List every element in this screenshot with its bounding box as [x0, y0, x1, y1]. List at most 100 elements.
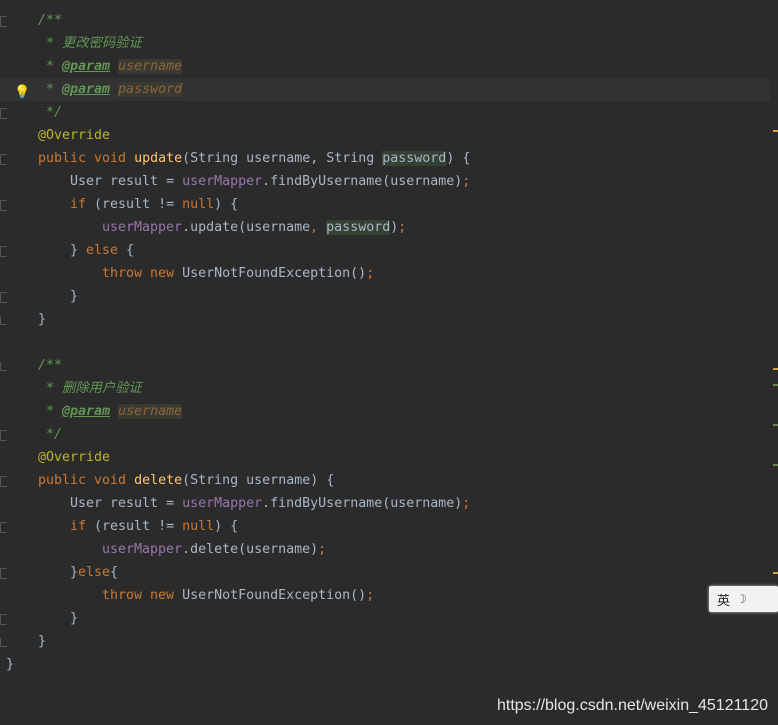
code-text: @Override: [38, 446, 110, 469]
code-token: ;: [398, 220, 407, 235]
code-token: User result =: [70, 496, 183, 511]
code-line[interactable]: if (result != null) {: [0, 193, 770, 216]
fold-marker-icon[interactable]: [0, 430, 7, 441]
code-token: .update(username: [182, 220, 311, 235]
code-text: * @param password: [38, 78, 183, 101]
code-line[interactable]: public void update(String username, Stri…: [0, 147, 770, 170]
code-editor[interactable]: /** * 更改密码验证 * @param username 💡 * @param…: [0, 0, 778, 725]
code-token: public void: [38, 473, 135, 488]
code-token: else: [86, 243, 127, 258]
code-text: User result = userMapper.findByUsername(…: [70, 492, 470, 515]
code-line[interactable]: }: [0, 308, 770, 331]
code-token: username: [118, 404, 183, 419]
fold-marker-icon[interactable]: [0, 154, 7, 165]
code-text: if (result != null) {: [70, 515, 238, 538]
code-token: }: [38, 312, 47, 327]
code-line[interactable]: 💡 * @param password: [0, 78, 770, 101]
code-line[interactable]: User result = userMapper.findByUsername(…: [0, 170, 770, 193]
fold-marker-icon[interactable]: [0, 476, 7, 487]
code-token: if: [70, 519, 95, 534]
code-line[interactable]: * 更改密码验证: [0, 32, 770, 55]
fold-marker-icon[interactable]: [0, 568, 7, 579]
code-token: */: [38, 427, 63, 442]
code-token: userMapper: [182, 496, 263, 511]
code-line[interactable]: [0, 331, 770, 354]
code-line[interactable]: */: [0, 101, 770, 124]
code-token: password: [382, 151, 447, 166]
code-text: @Override: [38, 124, 110, 147]
code-token: UserNotFoundException(): [182, 266, 367, 281]
code-line[interactable]: User result = userMapper.findByUsername(…: [0, 492, 770, 515]
code-token: null: [182, 197, 215, 212]
code-line[interactable]: }: [0, 607, 770, 630]
code-token: else: [78, 565, 111, 580]
code-line[interactable]: public void delete(String username) {: [0, 469, 770, 492]
code-line[interactable]: userMapper.delete(username);: [0, 538, 770, 561]
fold-marker-icon[interactable]: [0, 614, 7, 625]
code-text: }: [70, 285, 78, 308]
code-line[interactable]: if (result != null) {: [0, 515, 770, 538]
fold-marker-icon[interactable]: [0, 200, 7, 211]
code-line[interactable]: }: [0, 653, 770, 676]
fold-marker-icon[interactable]: [0, 292, 7, 303]
fold-marker-icon[interactable]: [0, 108, 7, 119]
warning-marker[interactable]: [773, 572, 778, 574]
code-token: ;: [366, 588, 375, 603]
code-text: } else {: [70, 239, 134, 262]
code-line[interactable]: } else {: [0, 239, 770, 262]
code-text: * @param username: [38, 55, 183, 78]
fold-marker-icon[interactable]: [0, 522, 7, 533]
code-line[interactable]: userMapper.update(username, password);: [0, 216, 770, 239]
code-token: }: [70, 289, 79, 304]
code-line[interactable]: throw new UserNotFoundException();: [0, 262, 770, 285]
code-token: delete: [134, 473, 183, 488]
code-token: }: [6, 657, 15, 672]
code-token: ) {: [214, 519, 239, 534]
code-line[interactable]: }: [0, 285, 770, 308]
ime-mode[interactable]: [753, 592, 756, 607]
code-text: /**: [38, 9, 62, 32]
code-token: ;: [462, 174, 471, 189]
ime-language[interactable]: 英: [717, 590, 730, 609]
code-line[interactable]: * @param username: [0, 400, 770, 423]
code-line[interactable]: * 删除用户验证: [0, 377, 770, 400]
code-text: public void update(String username, Stri…: [38, 147, 470, 170]
warning-marker[interactable]: [773, 130, 778, 132]
code-token: */: [38, 105, 63, 120]
code-line[interactable]: }else{: [0, 561, 770, 584]
code-line[interactable]: throw new UserNotFoundException();: [0, 584, 770, 607]
code-line[interactable]: @Override: [0, 124, 770, 147]
code-line[interactable]: */: [0, 423, 770, 446]
code-token: (String username, String: [182, 151, 383, 166]
error-stripe[interactable]: [771, 0, 778, 725]
info-marker[interactable]: [773, 464, 778, 466]
warning-marker[interactable]: [773, 368, 778, 370]
fold-marker-icon[interactable]: [0, 316, 7, 325]
fold-marker-icon[interactable]: [0, 362, 7, 371]
code-line[interactable]: /**: [0, 354, 770, 377]
info-marker[interactable]: [773, 384, 778, 386]
fold-marker-icon[interactable]: [0, 246, 7, 257]
code-line[interactable]: * @param username: [0, 55, 770, 78]
code-token: ) {: [446, 151, 471, 166]
ime-status-bar[interactable]: 英 ☽: [709, 586, 778, 612]
code-text: }: [70, 607, 78, 630]
moon-icon[interactable]: ☽: [736, 592, 747, 606]
code-token: throw new: [102, 588, 183, 603]
code-line[interactable]: }: [0, 630, 770, 653]
code-token: *: [38, 59, 63, 74]
code-token: .findByUsername(username): [262, 496, 463, 511]
code-text: userMapper.delete(username);: [102, 538, 326, 561]
code-line[interactable]: /**: [0, 9, 770, 32]
fold-marker-icon[interactable]: [0, 638, 7, 647]
code-line[interactable]: @Override: [0, 446, 770, 469]
code-token: ,: [310, 220, 327, 235]
code-token: password: [326, 220, 391, 235]
info-marker[interactable]: [773, 424, 778, 426]
fold-marker-icon[interactable]: [0, 16, 7, 27]
code-text: }else{: [70, 561, 118, 584]
code-text: if (result != null) {: [70, 193, 238, 216]
